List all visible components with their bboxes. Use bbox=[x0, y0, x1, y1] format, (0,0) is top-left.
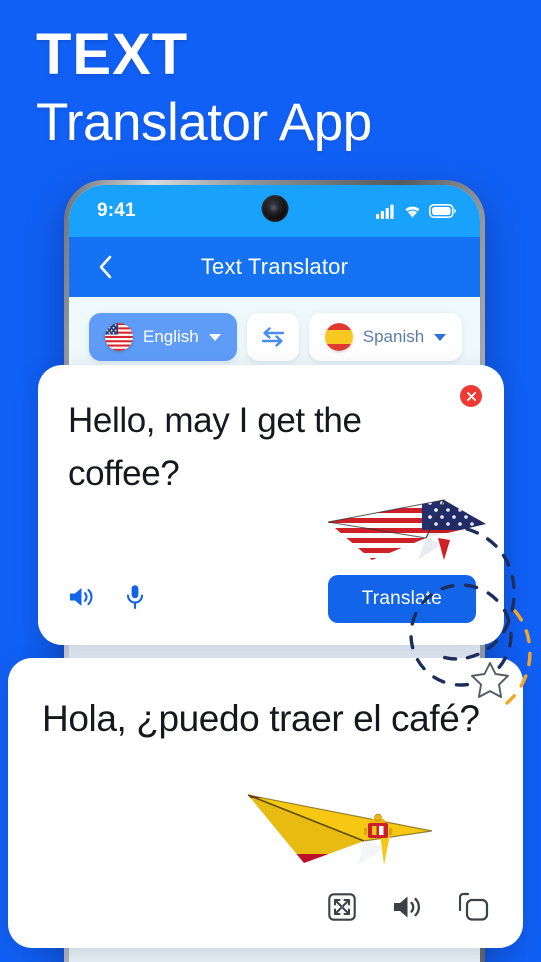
target-language-selector[interactable]: Spanish bbox=[308, 313, 463, 361]
spain-coat-of-arms bbox=[364, 813, 393, 838]
target-text: Hola, ¿puedo traer el café? bbox=[42, 698, 480, 739]
us-flag-paper-plane-icon bbox=[326, 498, 488, 567]
source-card-actions: Translate bbox=[68, 575, 476, 623]
target-text-card: Hola, ¿puedo traer el café? bbox=[8, 658, 523, 948]
speaker-icon bbox=[70, 587, 93, 606]
page-headline: TEXT Translator App bbox=[36, 26, 521, 154]
chevron-down-icon bbox=[208, 333, 221, 341]
swap-horizontal-icon bbox=[261, 327, 284, 347]
expand-button[interactable] bbox=[328, 892, 356, 926]
target-card-actions bbox=[328, 892, 489, 926]
source-language-label: English bbox=[143, 327, 199, 346]
status-icons bbox=[376, 204, 456, 219]
page-title: Text Translator bbox=[200, 254, 349, 279]
speaker-button[interactable] bbox=[68, 585, 95, 614]
copy-button[interactable] bbox=[458, 892, 489, 926]
us-flag-icon bbox=[105, 323, 133, 351]
chevron-left-icon bbox=[99, 255, 112, 279]
front-camera-punch-hole-icon bbox=[261, 195, 288, 222]
close-x-icon bbox=[466, 391, 476, 401]
status-time: 9:41 bbox=[97, 200, 136, 221]
status-bar: 9:41 bbox=[69, 185, 480, 237]
nav-bar: Text Translator bbox=[69, 237, 480, 297]
chevron-down-icon bbox=[434, 333, 447, 341]
wifi-icon bbox=[405, 206, 420, 218]
speaker-button[interactable] bbox=[392, 893, 423, 926]
speaker-icon bbox=[394, 896, 420, 917]
fullscreen-expand-icon bbox=[328, 892, 356, 921]
spain-flag-icon bbox=[324, 323, 353, 351]
microphone-button[interactable] bbox=[125, 584, 145, 615]
battery-icon bbox=[429, 204, 456, 218]
back-button[interactable] bbox=[91, 253, 119, 281]
spain-flag-paper-plane-icon bbox=[246, 787, 436, 870]
headline-primary: TEXT bbox=[36, 22, 189, 87]
target-language-label: Spanish bbox=[362, 327, 425, 346]
headline-secondary: Translator App bbox=[36, 93, 372, 152]
source-language-selector[interactable]: English bbox=[89, 313, 237, 361]
close-button[interactable] bbox=[460, 385, 482, 407]
copy-icon bbox=[458, 892, 489, 921]
microphone-icon bbox=[126, 584, 144, 609]
translate-button[interactable]: Translate bbox=[327, 575, 476, 623]
source-text: Hello, may I get the coffee? bbox=[68, 401, 362, 493]
signal-icon bbox=[376, 204, 394, 219]
source-text-card: Hello, may I get the coffee? Translate bbox=[38, 365, 504, 645]
swap-languages-button[interactable] bbox=[246, 313, 299, 361]
